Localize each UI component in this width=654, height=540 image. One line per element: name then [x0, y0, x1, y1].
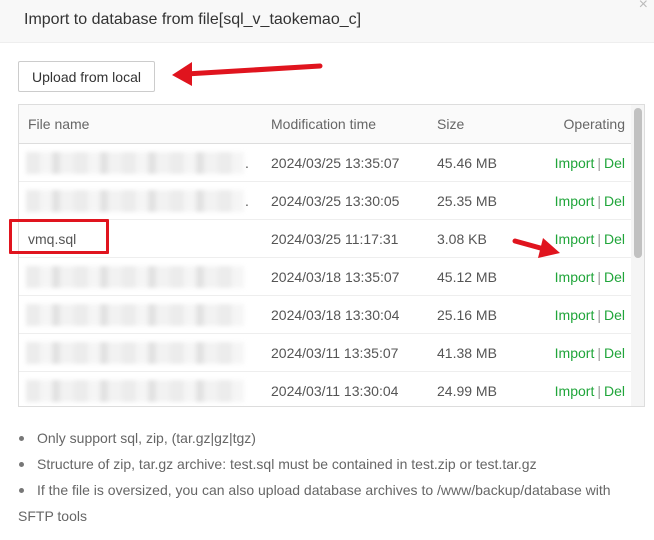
file-size: 25.35 MB [437, 192, 497, 209]
operations: Import | Del [555, 182, 625, 219]
dialog-title: Import to database from file[sql_v_taoke… [24, 11, 362, 28]
table-row: vmq.sql 2024/03/25 11:17:31 3.08 KB Import |… [19, 220, 631, 258]
import-dialog: Import to database from file[sql_v_taoke… [0, 0, 654, 540]
delete-link[interactable]: Del [604, 231, 625, 247]
table-row: 2024/03/18 13:35:07 45.12 MB Import | Del [19, 258, 631, 296]
file-name-tail: . [245, 193, 249, 209]
table-header: File name Modification time Size Operati… [19, 105, 631, 144]
op-separator: | [597, 154, 601, 171]
note-item: Structure of zip, tar.gz archive: test.s… [18, 451, 648, 477]
modification-time: 2024/03/25 13:30:05 [271, 192, 400, 209]
scrollbar-thumb[interactable] [634, 108, 642, 258]
modification-time: 2024/03/25 13:35:07 [271, 154, 400, 171]
delete-link[interactable]: Del [604, 193, 625, 209]
operations: Import | Del [555, 296, 625, 333]
import-link[interactable]: Import [555, 269, 595, 285]
file-size: 41.38 MB [437, 344, 497, 361]
operations: Import | Del [555, 334, 625, 371]
table-row: . 2024/03/25 13:30:05 25.35 MB Import | Del [19, 182, 631, 220]
table-row: 2024/03/18 13:30:04 25.16 MB Import | Del [19, 296, 631, 334]
header-file-name: File name [28, 116, 90, 132]
redacted-file-name [26, 380, 244, 402]
modification-time: 2024/03/25 11:17:31 [271, 230, 399, 247]
file-size: 45.46 MB [437, 154, 497, 171]
import-link[interactable]: Import [555, 231, 595, 247]
import-link[interactable]: Import [555, 383, 595, 399]
upload-from-local-button[interactable]: Upload from local [18, 61, 155, 92]
delete-link[interactable]: Del [604, 269, 625, 285]
operations: Import | Del [555, 258, 625, 295]
table-row: 2024/03/11 13:35:07 41.38 MB Import | Del [19, 334, 631, 372]
file-table: File name Modification time Size Operati… [18, 104, 645, 407]
delete-link[interactable]: Del [604, 383, 625, 399]
operations: Import | Del [555, 144, 625, 181]
delete-link[interactable]: Del [604, 345, 625, 361]
modification-time: 2024/03/18 13:35:07 [271, 268, 400, 285]
modification-time: 2024/03/18 13:30:04 [271, 306, 400, 323]
file-name-tail: . [245, 155, 249, 171]
op-separator: | [597, 306, 601, 323]
import-link[interactable]: Import [555, 307, 595, 323]
redacted-file-name [26, 304, 244, 326]
table-row: 2024/03/11 13:30:04 24.99 MB Import | Del [19, 372, 631, 406]
import-link[interactable]: Import [555, 193, 595, 209]
dialog-header: Import to database from file[sql_v_taoke… [0, 0, 654, 43]
import-link[interactable]: Import [555, 345, 595, 361]
op-separator: | [597, 268, 601, 285]
delete-link[interactable]: Del [604, 307, 625, 323]
modification-time: 2024/03/11 13:30:04 [271, 382, 399, 399]
op-separator: | [597, 230, 601, 247]
redacted-file-name [26, 152, 244, 174]
redacted-file-name [26, 266, 244, 288]
op-separator: | [597, 192, 601, 209]
import-link[interactable]: Import [555, 155, 595, 171]
note-item: Only support sql, zip, (tar.gz|gz|tgz) [18, 425, 648, 451]
redacted-file-name [26, 342, 244, 364]
op-separator: | [597, 382, 601, 399]
scrollbar-track[interactable] [631, 105, 644, 406]
op-separator: | [597, 344, 601, 361]
close-icon[interactable]: × [639, 0, 648, 13]
file-size: 24.99 MB [437, 382, 497, 399]
notes-list: Only support sql, zip, (tar.gz|gz|tgz) S… [18, 425, 648, 529]
table-row: . 2024/03/25 13:35:07 45.46 MB Import | Del [19, 144, 631, 182]
header-modification-time: Modification time [271, 116, 377, 132]
note-item: If the file is oversized, you can also u… [18, 477, 648, 503]
operations: Import | Del [555, 372, 625, 406]
header-size: Size [437, 116, 465, 132]
file-size: 25.16 MB [437, 306, 497, 323]
highlight-box-annotation [9, 219, 109, 254]
header-operating: Operating [563, 116, 625, 132]
file-size: 45.12 MB [437, 268, 497, 285]
redacted-file-name [26, 190, 244, 212]
note-item-continuation: SFTP tools [18, 508, 87, 524]
operations: Import | Del [555, 220, 625, 257]
file-size: 3.08 KB [437, 230, 487, 247]
modification-time: 2024/03/11 13:35:07 [271, 344, 399, 361]
delete-link[interactable]: Del [604, 155, 625, 171]
arrow-to-upload-icon [172, 62, 323, 86]
